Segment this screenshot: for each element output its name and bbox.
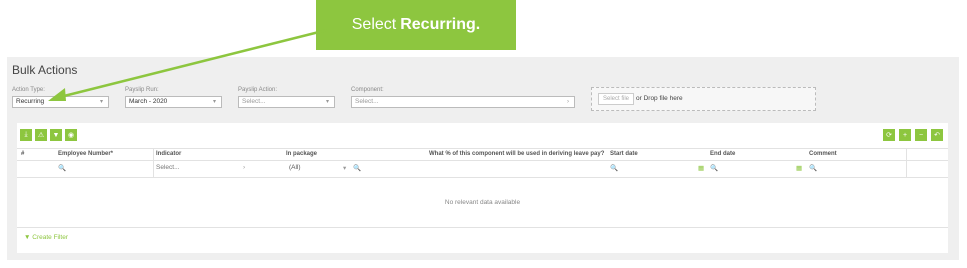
select-file-button[interactable]: Select file	[598, 93, 635, 105]
footer-border	[17, 227, 948, 228]
page-title: Bulk Actions	[12, 63, 78, 77]
drop-file-text: or Drop file here	[636, 95, 683, 102]
component-select[interactable]: Select... ›	[351, 96, 575, 108]
search-icon[interactable]: 🔍	[809, 164, 817, 172]
callout-bold: Recurring.	[400, 16, 481, 33]
chevron-down-icon: ▾	[343, 165, 347, 172]
col-divider	[906, 148, 907, 178]
warning-icon[interactable]: ⚠	[35, 129, 47, 141]
filter-row-border	[17, 177, 948, 178]
action-type-label: Action Type:	[12, 87, 45, 93]
col-header-start-date[interactable]: Start date	[610, 151, 638, 157]
calendar-icon[interactable]: ▦	[698, 164, 704, 172]
plus-icon[interactable]: +	[899, 129, 911, 141]
filter-icon[interactable]: ▼	[50, 129, 62, 141]
undo-icon[interactable]: ↶	[931, 129, 943, 141]
component-placeholder: Select...	[355, 98, 379, 105]
in-package-filter-select[interactable]: (All)	[289, 164, 301, 171]
payslip-run-label: Payslip Run:	[125, 87, 159, 93]
refresh-icon[interactable]: ⟳	[883, 129, 895, 141]
col-header-indicator[interactable]: Indicator	[156, 151, 181, 157]
chevron-down-icon: ▾	[99, 99, 103, 105]
col-header-index: #	[21, 151, 25, 157]
minus-icon[interactable]: −	[915, 129, 927, 141]
component-label: Component:	[351, 87, 384, 93]
col-header-leave-pay-percent[interactable]: What % of this component will be used in…	[429, 151, 604, 157]
calendar-icon[interactable]: ▦	[796, 164, 802, 172]
col-divider	[153, 148, 154, 178]
search-icon[interactable]: 🔍	[610, 164, 618, 172]
search-icon[interactable]: 🔍	[710, 164, 718, 172]
eye-icon[interactable]: ◉	[65, 129, 77, 141]
empty-state-text: No relevant data available	[444, 199, 521, 206]
chevron-right-icon: ›	[243, 164, 246, 171]
chevron-down-icon: ▾	[325, 99, 329, 105]
payslip-action-placeholder: Select...	[242, 98, 266, 105]
data-grid: ⤓ ⚠ ▼ ◉ ⟳ + − ↶ # Employee Number* Indic…	[17, 123, 948, 253]
col-header-in-package[interactable]: In package	[286, 151, 317, 157]
create-filter-link[interactable]: ▼ Create Filter	[24, 234, 68, 241]
payslip-action-select[interactable]: Select... ▾	[238, 96, 335, 108]
col-header-comment[interactable]: Comment	[809, 151, 837, 157]
chevron-down-icon: ▾	[212, 99, 216, 105]
filter-icon: ▼	[24, 234, 31, 241]
header-bottom-border	[17, 160, 948, 161]
create-filter-label: Create Filter	[32, 234, 69, 241]
search-icon[interactable]: 🔍	[353, 164, 361, 172]
instruction-callout: Select Recurring.	[316, 0, 516, 50]
callout-prefix: Select	[351, 16, 397, 33]
search-icon[interactable]: 🔍	[58, 164, 66, 172]
chevron-right-icon: ›	[567, 99, 569, 105]
download-icon[interactable]: ⤓	[20, 129, 32, 141]
indicator-filter-select[interactable]: Select...	[156, 164, 179, 171]
action-type-select[interactable]: Recurring ▾	[12, 96, 109, 108]
action-type-value: Recurring	[16, 98, 45, 105]
header-top-border	[17, 148, 948, 149]
payslip-action-label: Payslip Action:	[238, 87, 278, 93]
file-dropzone[interactable]: Select file or Drop file here	[591, 87, 816, 111]
payslip-run-value: March - 2020	[129, 98, 168, 105]
payslip-run-select[interactable]: March - 2020 ▾	[125, 96, 222, 108]
col-header-end-date[interactable]: End date	[710, 151, 735, 157]
col-header-employee-number[interactable]: Employee Number*	[58, 151, 113, 157]
